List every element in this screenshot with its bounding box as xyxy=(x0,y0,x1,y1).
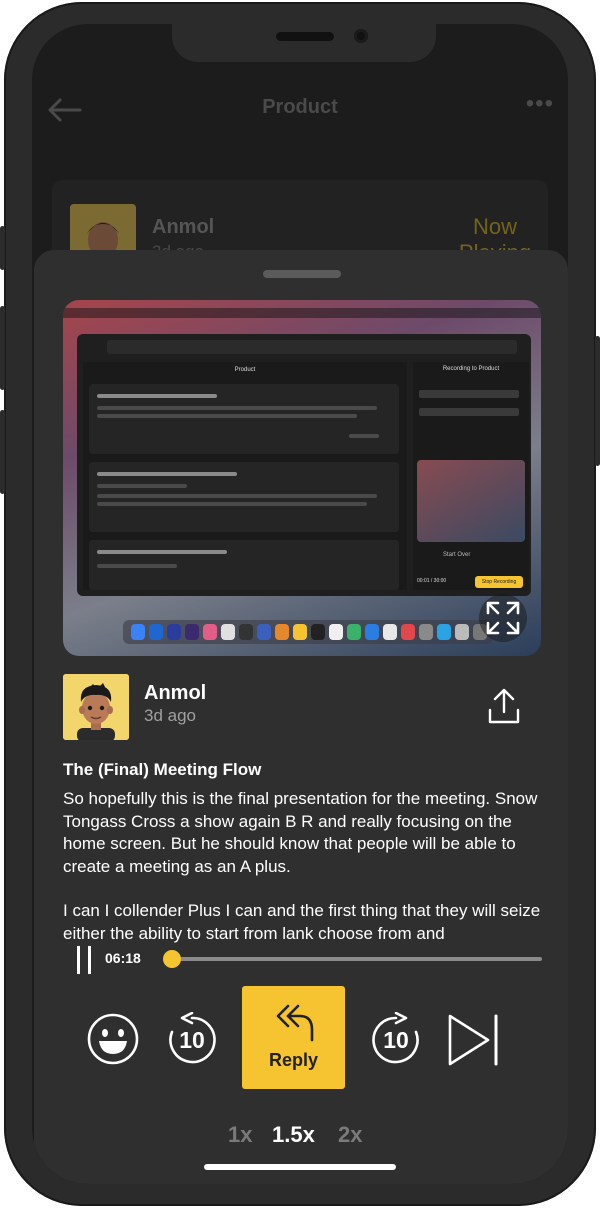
speed-option-2x[interactable]: 2x xyxy=(338,1122,362,1148)
earpiece-speaker xyxy=(276,32,334,41)
video-message-column: Product xyxy=(83,362,407,590)
home-indicator[interactable] xyxy=(204,1164,396,1170)
emoji-icon[interactable] xyxy=(86,1012,140,1066)
post-title: The (Final) Meeting Flow xyxy=(63,760,262,779)
video-dock xyxy=(123,620,493,644)
video-message xyxy=(89,384,399,454)
power-button xyxy=(595,336,600,466)
video-message xyxy=(89,462,399,532)
volume-down-button xyxy=(0,410,5,494)
skip-back-seconds: 10 xyxy=(179,1027,205,1053)
progress-track[interactable] xyxy=(162,950,542,968)
next-track-icon[interactable] xyxy=(444,1012,504,1068)
author-avatar[interactable] xyxy=(63,674,129,740)
video-timer: 00:01 / 30:00 xyxy=(417,578,447,584)
reply-icon xyxy=(276,1004,314,1042)
screen: Product ••• Anmol 3d ago Now Playing Pro… xyxy=(32,24,568,1184)
skip-back-button[interactable]: 10 xyxy=(164,1011,220,1068)
video-stop-label: Stop Recording xyxy=(481,579,517,585)
player-sheet: Product Recording to Product Start Over … xyxy=(34,250,568,1184)
video-recording-label: Recording to Product xyxy=(442,366,500,372)
speed-option-1-5x[interactable]: 1.5x xyxy=(272,1122,315,1148)
more-icon[interactable]: ••• xyxy=(526,90,554,118)
video-stop-button: Stop Recording xyxy=(475,576,523,588)
expand-icon xyxy=(486,601,520,635)
video-app-title: Product xyxy=(234,367,256,373)
reply-button[interactable]: Reply xyxy=(242,986,345,1089)
author-name: Anmol xyxy=(144,682,207,704)
video-preview-thumbnail xyxy=(417,460,525,542)
reply-label: Reply xyxy=(268,1050,319,1070)
volume-up-button xyxy=(0,306,5,390)
skip-forward-seconds: 10 xyxy=(383,1027,409,1053)
share-icon[interactable] xyxy=(484,686,524,726)
transcript-paragraph: So hopefully this is the final presentat… xyxy=(63,789,538,876)
author-name: Anmol xyxy=(152,216,215,238)
front-camera xyxy=(354,29,368,43)
current-time: 06:18 xyxy=(105,950,141,966)
background-header: Product ••• xyxy=(32,84,568,134)
video-message xyxy=(89,540,399,590)
post-time: 3d ago xyxy=(144,706,196,725)
page-title: Product xyxy=(262,96,338,118)
video-search-bar xyxy=(107,340,517,354)
transcript: So hopefully this is the final presentat… xyxy=(63,788,547,967)
notch xyxy=(172,24,436,62)
expand-button[interactable] xyxy=(479,594,527,642)
progress-knob[interactable] xyxy=(162,950,181,968)
speed-option-1x[interactable]: 1x xyxy=(228,1122,252,1148)
playback-speed-selector: 1x 1.5x 2x xyxy=(224,1122,384,1152)
transcript-paragraph: I can I collender Plus I can and the fir… xyxy=(63,901,541,943)
video-recording-panel: Recording to Product Start Over 00:01 / … xyxy=(413,362,529,590)
skip-forward-button[interactable]: 10 xyxy=(368,1011,424,1068)
video-menubar xyxy=(63,308,541,318)
video-player[interactable]: Product Recording to Product Start Over … xyxy=(63,300,541,656)
video-start-over: Start Over xyxy=(443,552,471,558)
mute-switch xyxy=(0,226,5,270)
sheet-grabber[interactable] xyxy=(263,270,341,278)
video-app-window: Product Recording to Product Start Over … xyxy=(77,334,531,596)
pause-icon[interactable] xyxy=(77,946,95,974)
